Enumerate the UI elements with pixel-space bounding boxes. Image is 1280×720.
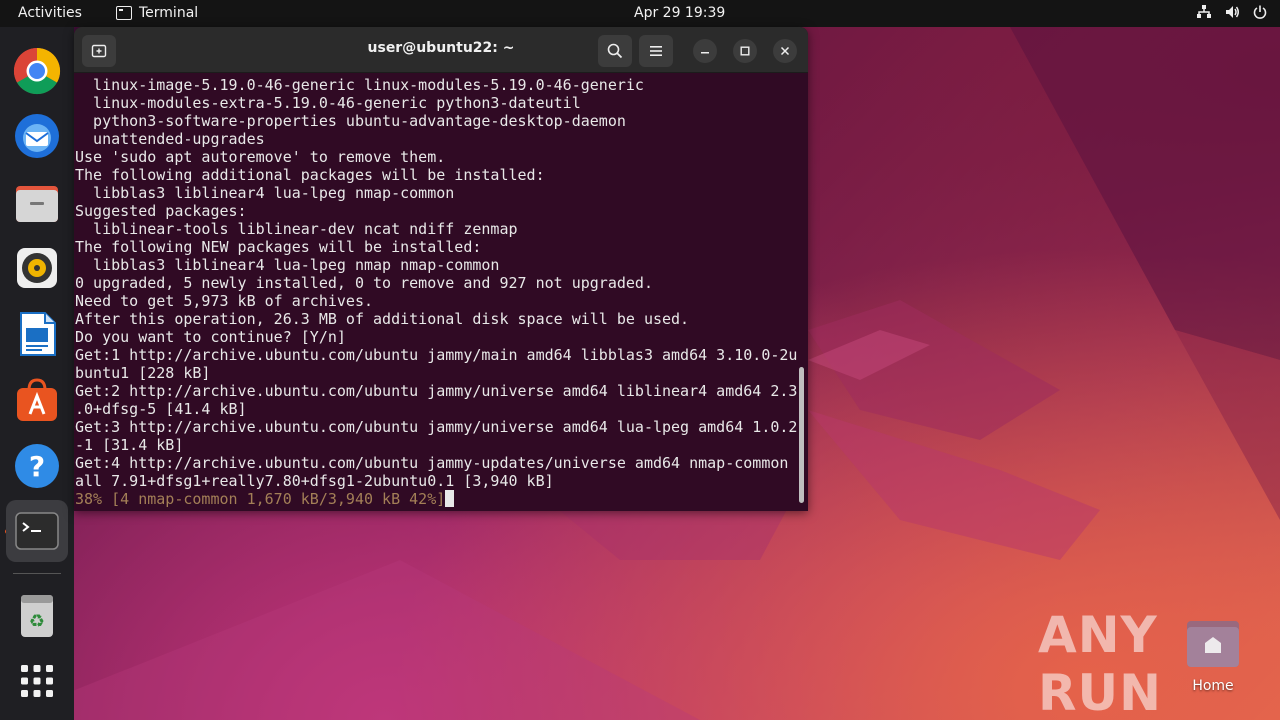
- terminal-line: The following additional packages will b…: [75, 166, 545, 184]
- terminal-line: 0 upgraded, 5 newly installed, 0 to remo…: [75, 274, 653, 292]
- terminal-window[interactable]: user@ubuntu22: ~ linux-image-5.19.0-46-g…: [74, 27, 808, 511]
- rhythmbox-icon[interactable]: [12, 243, 62, 293]
- terminal-headerbar[interactable]: user@ubuntu22: ~: [74, 27, 808, 73]
- terminal-line: Do you want to continue? [Y/n]: [75, 328, 346, 346]
- maximize-icon: [740, 46, 750, 56]
- close-button[interactable]: [773, 39, 797, 63]
- svg-text:?: ?: [29, 450, 45, 483]
- dock: ? ♻: [0, 27, 74, 720]
- terminal-line: Get:4 http://archive.ubuntu.com/ubuntu j…: [75, 454, 798, 472]
- terminal-line: libblas3 liblinear4 lua-lpeg nmap nmap-c…: [75, 256, 500, 274]
- terminal-output[interactable]: linux-image-5.19.0-46-generic linux-modu…: [75, 74, 797, 511]
- network-icon: [1196, 4, 1212, 20]
- help-icon[interactable]: ?: [12, 441, 62, 491]
- volume-icon: [1224, 4, 1240, 20]
- minimize-button[interactable]: [693, 39, 717, 63]
- activities-button[interactable]: Activities: [18, 5, 82, 21]
- terminal-line: The following NEW packages will be insta…: [75, 238, 482, 256]
- files-icon[interactable]: [12, 177, 62, 227]
- search-button[interactable]: [598, 35, 632, 67]
- minimize-icon: [701, 52, 709, 54]
- terminal-line: unattended-upgrades: [75, 130, 265, 148]
- search-icon: [607, 43, 623, 59]
- terminal-line: .0+dfsg-5 [41.4 kB]: [75, 400, 247, 418]
- clock[interactable]: Apr 29 19:39: [634, 5, 725, 21]
- app-center-icon[interactable]: [12, 375, 62, 425]
- terminal-line: Suggested packages:: [75, 202, 247, 220]
- terminal-line: python3-software-properties ubuntu-advan…: [75, 112, 626, 130]
- terminal-line: Get:1 http://archive.ubuntu.com/ubuntu j…: [75, 346, 798, 364]
- terminal-line: buntu1 [228 kB]: [75, 364, 211, 382]
- maximize-button[interactable]: [733, 39, 757, 63]
- top-bar: Activities Terminal Apr 29 19:39: [0, 0, 1280, 27]
- power-icon: [1252, 4, 1268, 20]
- show-apps-icon[interactable]: [12, 656, 62, 706]
- text-cursor: [445, 490, 455, 507]
- close-icon: [780, 46, 790, 56]
- dock-separator: [13, 573, 61, 574]
- terminal-line: Get:2 http://archive.ubuntu.com/ubuntu j…: [75, 382, 798, 400]
- thunderbird-icon[interactable]: [12, 111, 62, 161]
- watermark-text: ANY RUN: [1038, 606, 1162, 720]
- menu-button[interactable]: [639, 35, 673, 67]
- terminal-line: linux-modules-extra-5.19.0-46-generic py…: [75, 94, 581, 112]
- app-menu-label: Terminal: [139, 5, 199, 21]
- system-menu[interactable]: [1196, 4, 1268, 20]
- download-progress-text: 38% [4 nmap-common 1,670 kB/3,940 kB 42%…: [75, 490, 446, 508]
- chrome-icon[interactable]: [12, 46, 62, 96]
- anyrun-watermark: ANY RUN: [1038, 606, 1280, 720]
- terminal-app-icon: [116, 6, 132, 20]
- terminal-line: liblinear-tools liblinear-dev ncat ndiff…: [75, 220, 518, 238]
- terminal-icon[interactable]: [6, 500, 68, 562]
- terminal-line: After this operation, 26.3 MB of additio…: [75, 310, 690, 328]
- terminal-line: Get:3 http://archive.ubuntu.com/ubuntu j…: [75, 418, 798, 436]
- download-progress-line: 38% [4 nmap-common 1,670 kB/3,940 kB 42%…: [75, 490, 797, 508]
- terminal-line: libblas3 liblinear4 lua-lpeg nmap-common: [75, 184, 455, 202]
- terminal-line: Use 'sudo apt autoremove' to remove them…: [75, 148, 446, 166]
- terminal-line: linux-image-5.19.0-46-generic linux-modu…: [75, 76, 644, 94]
- writer-icon[interactable]: [12, 309, 62, 359]
- app-menu[interactable]: Terminal: [116, 5, 198, 21]
- svg-text:♻: ♻: [29, 611, 45, 632]
- terminal-line: Need to get 5,973 kB of archives.: [75, 292, 374, 310]
- terminal-line: all 7.91+dfsg1+really7.80+dfsg1-2ubuntu0…: [75, 472, 554, 490]
- trash-icon[interactable]: ♻: [12, 590, 62, 640]
- terminal-line: -1 [31.4 kB]: [75, 436, 184, 454]
- terminal-scrollbar[interactable]: [799, 367, 804, 503]
- hamburger-icon: [650, 46, 662, 56]
